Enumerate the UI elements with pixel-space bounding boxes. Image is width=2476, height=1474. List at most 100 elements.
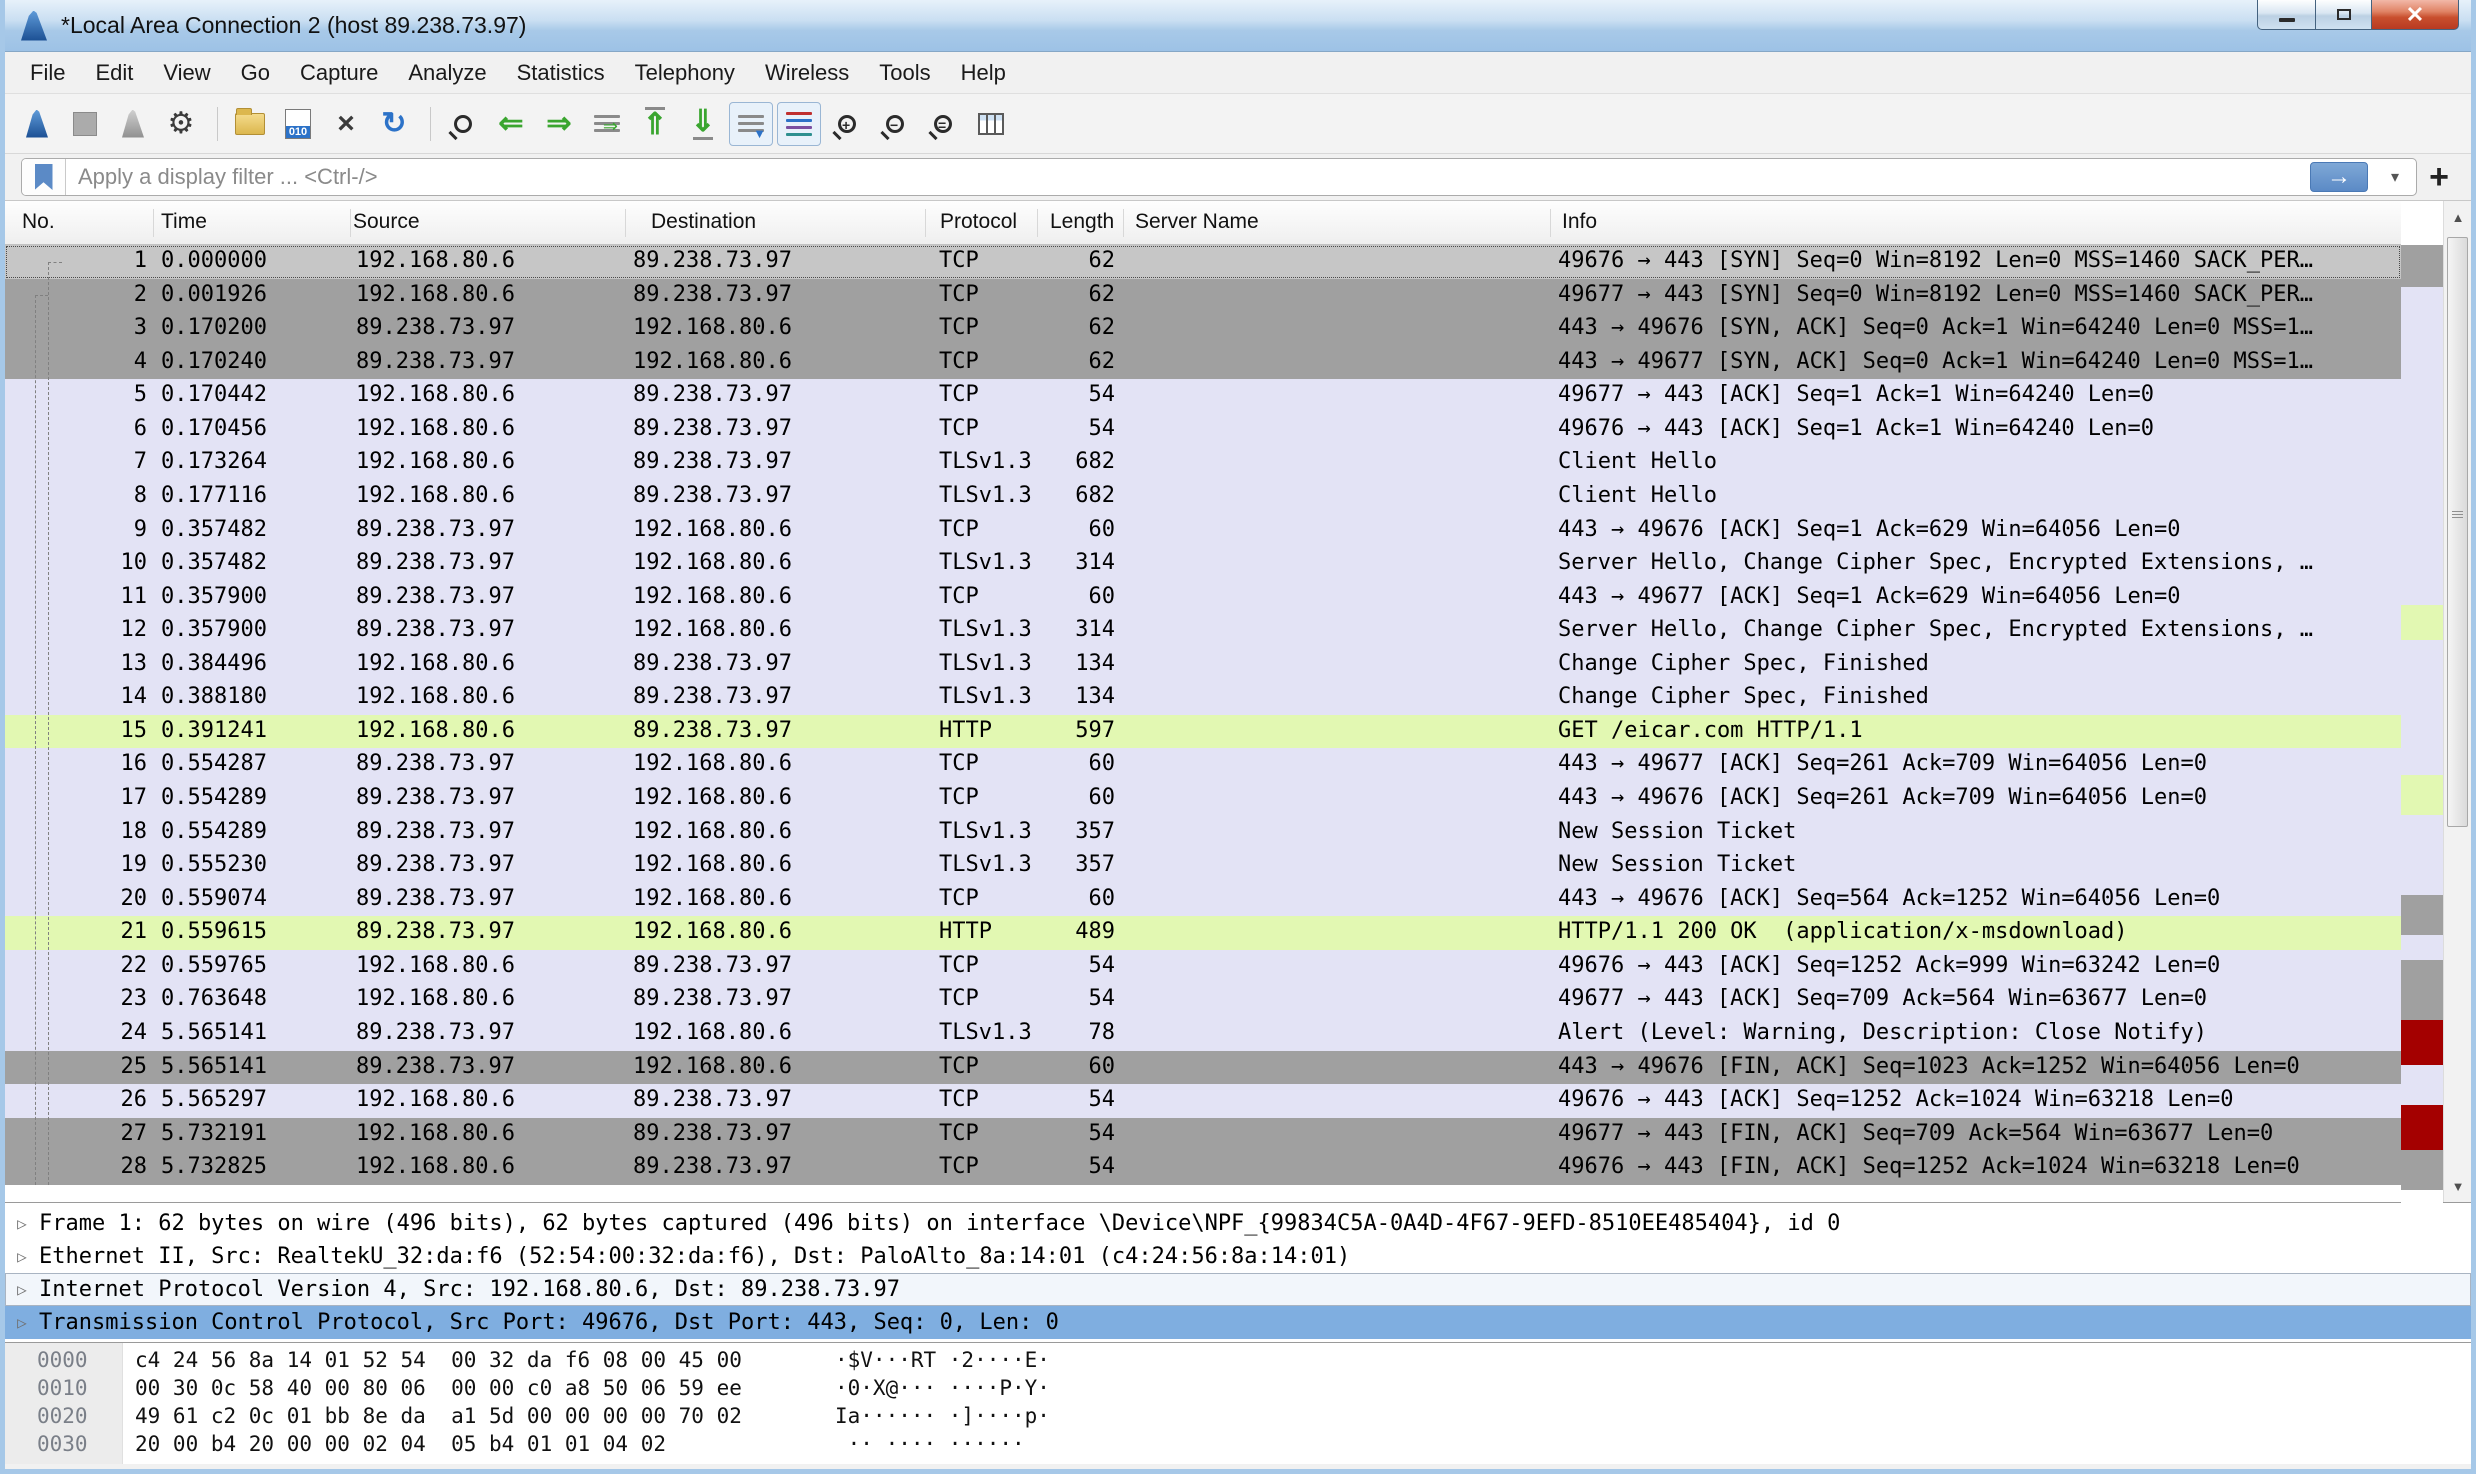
- column-header-no[interactable]: No.: [22, 210, 55, 234]
- packet-row-12[interactable]: 120.35790089.238.73.97192.168.80.6TLSv1.…: [5, 614, 2401, 648]
- column-separator[interactable]: [1550, 209, 1551, 237]
- expand-arrow-icon[interactable]: ▷: [5, 1247, 39, 1266]
- minimize-button[interactable]: [2257, 0, 2315, 30]
- scroll-down-arrow[interactable]: ▼: [2444, 1170, 2472, 1202]
- expand-arrow-icon[interactable]: ▷: [5, 1313, 39, 1332]
- find-packet-button[interactable]: [441, 102, 485, 146]
- packet-row-11[interactable]: 110.35790089.238.73.97192.168.80.6TCP604…: [5, 581, 2401, 615]
- detail-row-1[interactable]: ▷Frame 1: 62 bytes on wire (496 bits), 6…: [5, 1207, 2471, 1240]
- detail-row-2[interactable]: ▷Ethernet II, Src: RealtekU_32:da:f6 (52…: [5, 1240, 2471, 1273]
- column-header-source[interactable]: Source: [353, 210, 420, 234]
- filter-add-button[interactable]: +: [2417, 158, 2461, 197]
- intelligent-scrollbar-minimap[interactable]: [2401, 201, 2443, 1202]
- display-filter-input[interactable]: Apply a display filter ... <Ctrl-/> → ▾: [21, 158, 2417, 196]
- filter-dropdown-caret[interactable]: ▾: [2378, 167, 2412, 187]
- zoom-reset-button[interactable]: =: [921, 102, 965, 146]
- hex-row-0000[interactable]: 0000c4 24 56 8a 14 01 52 54 00 32 da f6 …: [5, 1348, 2471, 1376]
- hex-row-0020[interactable]: 002049 61 c2 0c 01 bb 8e da a1 5d 00 00 …: [5, 1404, 2471, 1432]
- packet-row-6[interactable]: 60.170456192.168.80.689.238.73.97TCP5449…: [5, 413, 2401, 447]
- column-separator[interactable]: [1123, 209, 1124, 237]
- vertical-scrollbar[interactable]: ▲ ▼: [2443, 201, 2471, 1202]
- packet-row-21[interactable]: 210.55961589.238.73.97192.168.80.6HTTP48…: [5, 916, 2401, 950]
- expand-arrow-icon[interactable]: ▷: [5, 1280, 39, 1299]
- packet-row-22[interactable]: 220.559765192.168.80.689.238.73.97TCP544…: [5, 950, 2401, 984]
- packet-row-3[interactable]: 30.17020089.238.73.97192.168.80.6TCP6244…: [5, 312, 2401, 346]
- menu-item-help[interactable]: Help: [946, 56, 1021, 90]
- menu-item-view[interactable]: View: [148, 56, 225, 90]
- menu-item-wireless[interactable]: Wireless: [750, 56, 864, 90]
- stop-capture-button[interactable]: [63, 102, 107, 146]
- column-separator[interactable]: [925, 209, 926, 237]
- close-button[interactable]: ✕: [2371, 0, 2459, 30]
- go-back-button[interactable]: ⇐: [489, 102, 533, 146]
- column-header-destination[interactable]: Destination: [651, 210, 756, 234]
- resize-columns-button[interactable]: [969, 102, 1013, 146]
- zoom-out-button[interactable]: −: [873, 102, 917, 146]
- filter-apply-button[interactable]: →: [2310, 162, 2368, 192]
- go-bottom-button[interactable]: ⇓: [681, 102, 725, 146]
- filter-bookmark-button[interactable]: [22, 159, 66, 195]
- packet-row-27[interactable]: 275.732191192.168.80.689.238.73.97TCP544…: [5, 1118, 2401, 1152]
- packet-row-23[interactable]: 230.763648192.168.80.689.238.73.97TCP544…: [5, 983, 2401, 1017]
- packet-row-24[interactable]: 245.56514189.238.73.97192.168.80.6TLSv1.…: [5, 1017, 2401, 1051]
- column-header-time[interactable]: Time: [161, 210, 207, 234]
- menu-item-telephony[interactable]: Telephony: [620, 56, 750, 90]
- menu-item-tools[interactable]: Tools: [864, 56, 945, 90]
- packet-row-13[interactable]: 130.384496192.168.80.689.238.73.97TLSv1.…: [5, 648, 2401, 682]
- open-file-button[interactable]: [228, 102, 272, 146]
- scrollbar-thumb[interactable]: [2447, 237, 2468, 827]
- packet-row-20[interactable]: 200.55907489.238.73.97192.168.80.6TCP604…: [5, 883, 2401, 917]
- save-file-button[interactable]: 010: [276, 102, 320, 146]
- packet-row-28[interactable]: 285.732825192.168.80.689.238.73.97TCP544…: [5, 1151, 2401, 1185]
- menu-item-analyze[interactable]: Analyze: [393, 56, 501, 90]
- column-header-info[interactable]: Info: [1562, 210, 1597, 234]
- column-separator[interactable]: [153, 209, 154, 237]
- bookmark-icon: [35, 164, 53, 190]
- expand-arrow-icon[interactable]: ▷: [5, 1214, 39, 1233]
- reload-button[interactable]: ↻: [372, 102, 416, 146]
- packet-row-15[interactable]: 150.391241192.168.80.689.238.73.97HTTP59…: [5, 715, 2401, 749]
- hex-row-0010[interactable]: 001000 30 0c 58 40 00 80 06 00 00 c0 a8 …: [5, 1376, 2471, 1404]
- autoscroll-toggle[interactable]: ▼: [729, 102, 773, 146]
- packet-row-9[interactable]: 90.35748289.238.73.97192.168.80.6TCP6044…: [5, 514, 2401, 548]
- column-separator[interactable]: [625, 209, 626, 237]
- packet-row-7[interactable]: 70.173264192.168.80.689.238.73.97TLSv1.3…: [5, 446, 2401, 480]
- packet-row-25[interactable]: 255.56514189.238.73.97192.168.80.6TCP604…: [5, 1051, 2401, 1085]
- column-header-length[interactable]: Length: [1050, 210, 1114, 234]
- colorize-toggle[interactable]: [777, 102, 821, 146]
- restart-capture-button[interactable]: [111, 102, 155, 146]
- capture-options-button[interactable]: ⚙: [159, 102, 203, 146]
- packet-row-10[interactable]: 100.35748289.238.73.97192.168.80.6TLSv1.…: [5, 547, 2401, 581]
- go-to-packet-button[interactable]: ⇒: [585, 102, 629, 146]
- packet-row-1[interactable]: 10.000000192.168.80.689.238.73.97TCP6249…: [5, 245, 2401, 279]
- packet-row-19[interactable]: 190.55523089.238.73.97192.168.80.6TLSv1.…: [5, 849, 2401, 883]
- packet-row-16[interactable]: 160.55428789.238.73.97192.168.80.6TCP604…: [5, 748, 2401, 782]
- scroll-up-arrow[interactable]: ▲: [2444, 201, 2472, 233]
- column-header-server-name[interactable]: Server Name: [1135, 210, 1259, 234]
- go-top-button[interactable]: ⇑: [633, 102, 677, 146]
- detail-row-4[interactable]: ▷Transmission Control Protocol, Src Port…: [5, 1306, 2471, 1339]
- packet-row-18[interactable]: 180.55428989.238.73.97192.168.80.6TLSv1.…: [5, 816, 2401, 850]
- detail-row-3[interactable]: ▷Internet Protocol Version 4, Src: 192.1…: [5, 1273, 2471, 1306]
- packet-row-2[interactable]: 20.001926192.168.80.689.238.73.97TCP6249…: [5, 279, 2401, 313]
- column-separator[interactable]: [350, 209, 351, 237]
- go-forward-button[interactable]: ⇒: [537, 102, 581, 146]
- zoom-in-button[interactable]: +: [825, 102, 869, 146]
- menu-item-file[interactable]: File: [15, 56, 80, 90]
- menu-item-capture[interactable]: Capture: [285, 56, 393, 90]
- menu-item-edit[interactable]: Edit: [80, 56, 148, 90]
- packet-row-14[interactable]: 140.388180192.168.80.689.238.73.97TLSv1.…: [5, 681, 2401, 715]
- packet-row-8[interactable]: 80.177116192.168.80.689.238.73.97TLSv1.3…: [5, 480, 2401, 514]
- packet-row-26[interactable]: 265.565297192.168.80.689.238.73.97TCP544…: [5, 1084, 2401, 1118]
- column-separator[interactable]: [1037, 209, 1038, 237]
- close-file-button[interactable]: ×: [324, 102, 368, 146]
- menu-item-go[interactable]: Go: [226, 56, 285, 90]
- packet-row-17[interactable]: 170.55428989.238.73.97192.168.80.6TCP604…: [5, 782, 2401, 816]
- menu-item-statistics[interactable]: Statistics: [502, 56, 620, 90]
- maximize-button[interactable]: [2315, 0, 2371, 30]
- column-header-protocol[interactable]: Protocol: [940, 210, 1017, 234]
- start-capture-button[interactable]: [15, 102, 59, 146]
- packet-row-4[interactable]: 40.17024089.238.73.97192.168.80.6TCP6244…: [5, 346, 2401, 380]
- hex-row-0030[interactable]: 003020 00 b4 20 00 00 02 04 05 b4 01 01 …: [5, 1432, 2471, 1460]
- packet-row-5[interactable]: 50.170442192.168.80.689.238.73.97TCP5449…: [5, 379, 2401, 413]
